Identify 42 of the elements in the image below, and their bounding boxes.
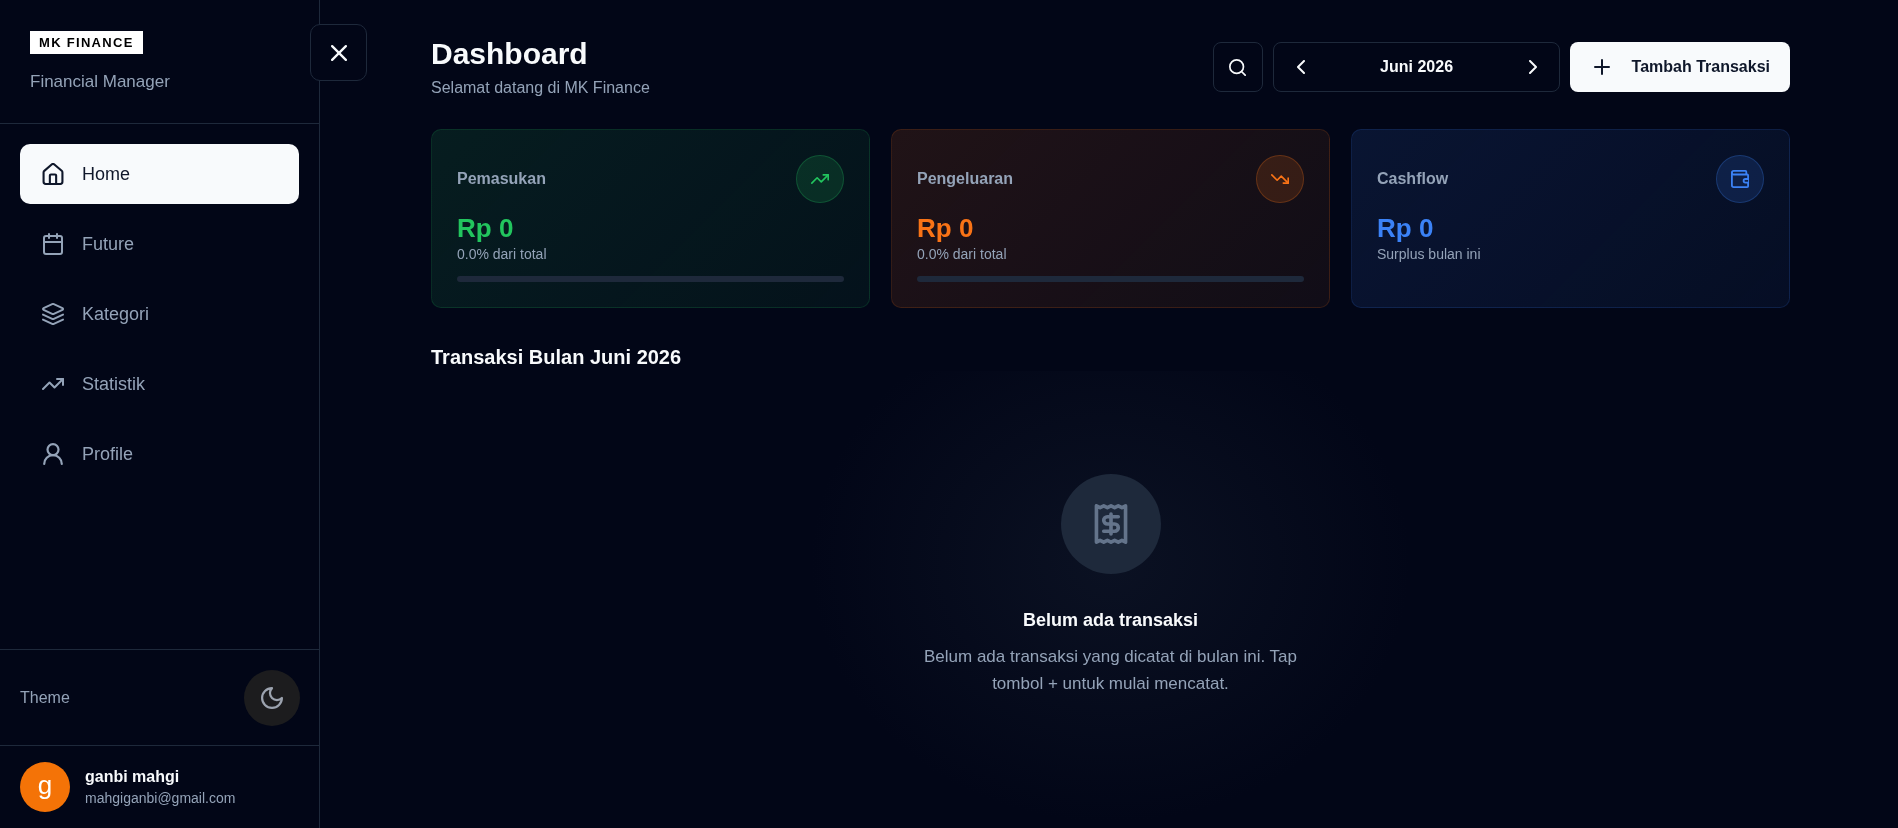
- card-label: Cashflow: [1377, 170, 1449, 188]
- chevron-right-icon: [1528, 60, 1537, 74]
- section-title: Transaksi Bulan Juni 2026: [431, 345, 682, 370]
- sidebar-item[interactable]: Future: [20, 214, 299, 274]
- page-title: Dashboard: [431, 36, 588, 72]
- page-subtitle: Selamat datang di MK Finance: [431, 78, 650, 98]
- moon-icon: [261, 686, 283, 709]
- search-icon: [1229, 58, 1247, 76]
- close-icon: [330, 44, 347, 61]
- trend-up-icon: [796, 155, 844, 203]
- home-icon: [42, 163, 64, 185]
- layers-icon: [42, 303, 64, 325]
- chevron-left-icon: [1296, 60, 1305, 74]
- card-amount: Rp 0: [1377, 212, 1435, 244]
- card-amount: Rp 0: [457, 212, 515, 244]
- card-label: Pengeluaran: [917, 170, 1014, 188]
- app-subtitle: Financial Manager: [30, 71, 170, 92]
- search-button[interactable]: [1212, 42, 1263, 92]
- sidebar-item[interactable]: Home: [20, 144, 299, 204]
- card-note: 0.0% dari total: [457, 245, 548, 264]
- user-icon: [42, 443, 64, 465]
- sidebar-item[interactable]: Profile: [20, 424, 299, 484]
- empty-state-text: Belum ada transaksi yang dicatat di bulan ini. Tap tombol + untuk mulai mencatat.: [923, 646, 1298, 695]
- theme-label: Theme: [20, 688, 70, 707]
- card-note: Surplus bulan ini: [1377, 245, 1482, 264]
- user-name: ganbi mahgi: [85, 767, 181, 787]
- avatar: g: [20, 762, 70, 812]
- month-label: Juni 2026: [1380, 58, 1454, 76]
- card-amount: Rp 0: [917, 212, 975, 244]
- close-sidebar-button[interactable]: [310, 24, 367, 81]
- card-label: Pemasukan: [457, 170, 546, 188]
- empty-state-title: Belum ada transaksi: [1022, 609, 1199, 632]
- logo: MK FINANCE: [30, 31, 143, 54]
- card-note: 0.0% dari total: [917, 245, 1008, 264]
- add-transaction-button[interactable]: Tambah Transaksi: [1569, 42, 1790, 92]
- trend-down-icon: [1256, 155, 1304, 203]
- sidebar-item[interactable]: Statistik: [20, 354, 299, 414]
- user-email: mahgiganbi@gmail.com: [85, 789, 236, 807]
- sidebar-item[interactable]: Kategori: [20, 284, 299, 344]
- calendar-icon: [42, 233, 64, 255]
- plus-icon: [1593, 59, 1610, 75]
- wallet-icon: [1716, 155, 1764, 203]
